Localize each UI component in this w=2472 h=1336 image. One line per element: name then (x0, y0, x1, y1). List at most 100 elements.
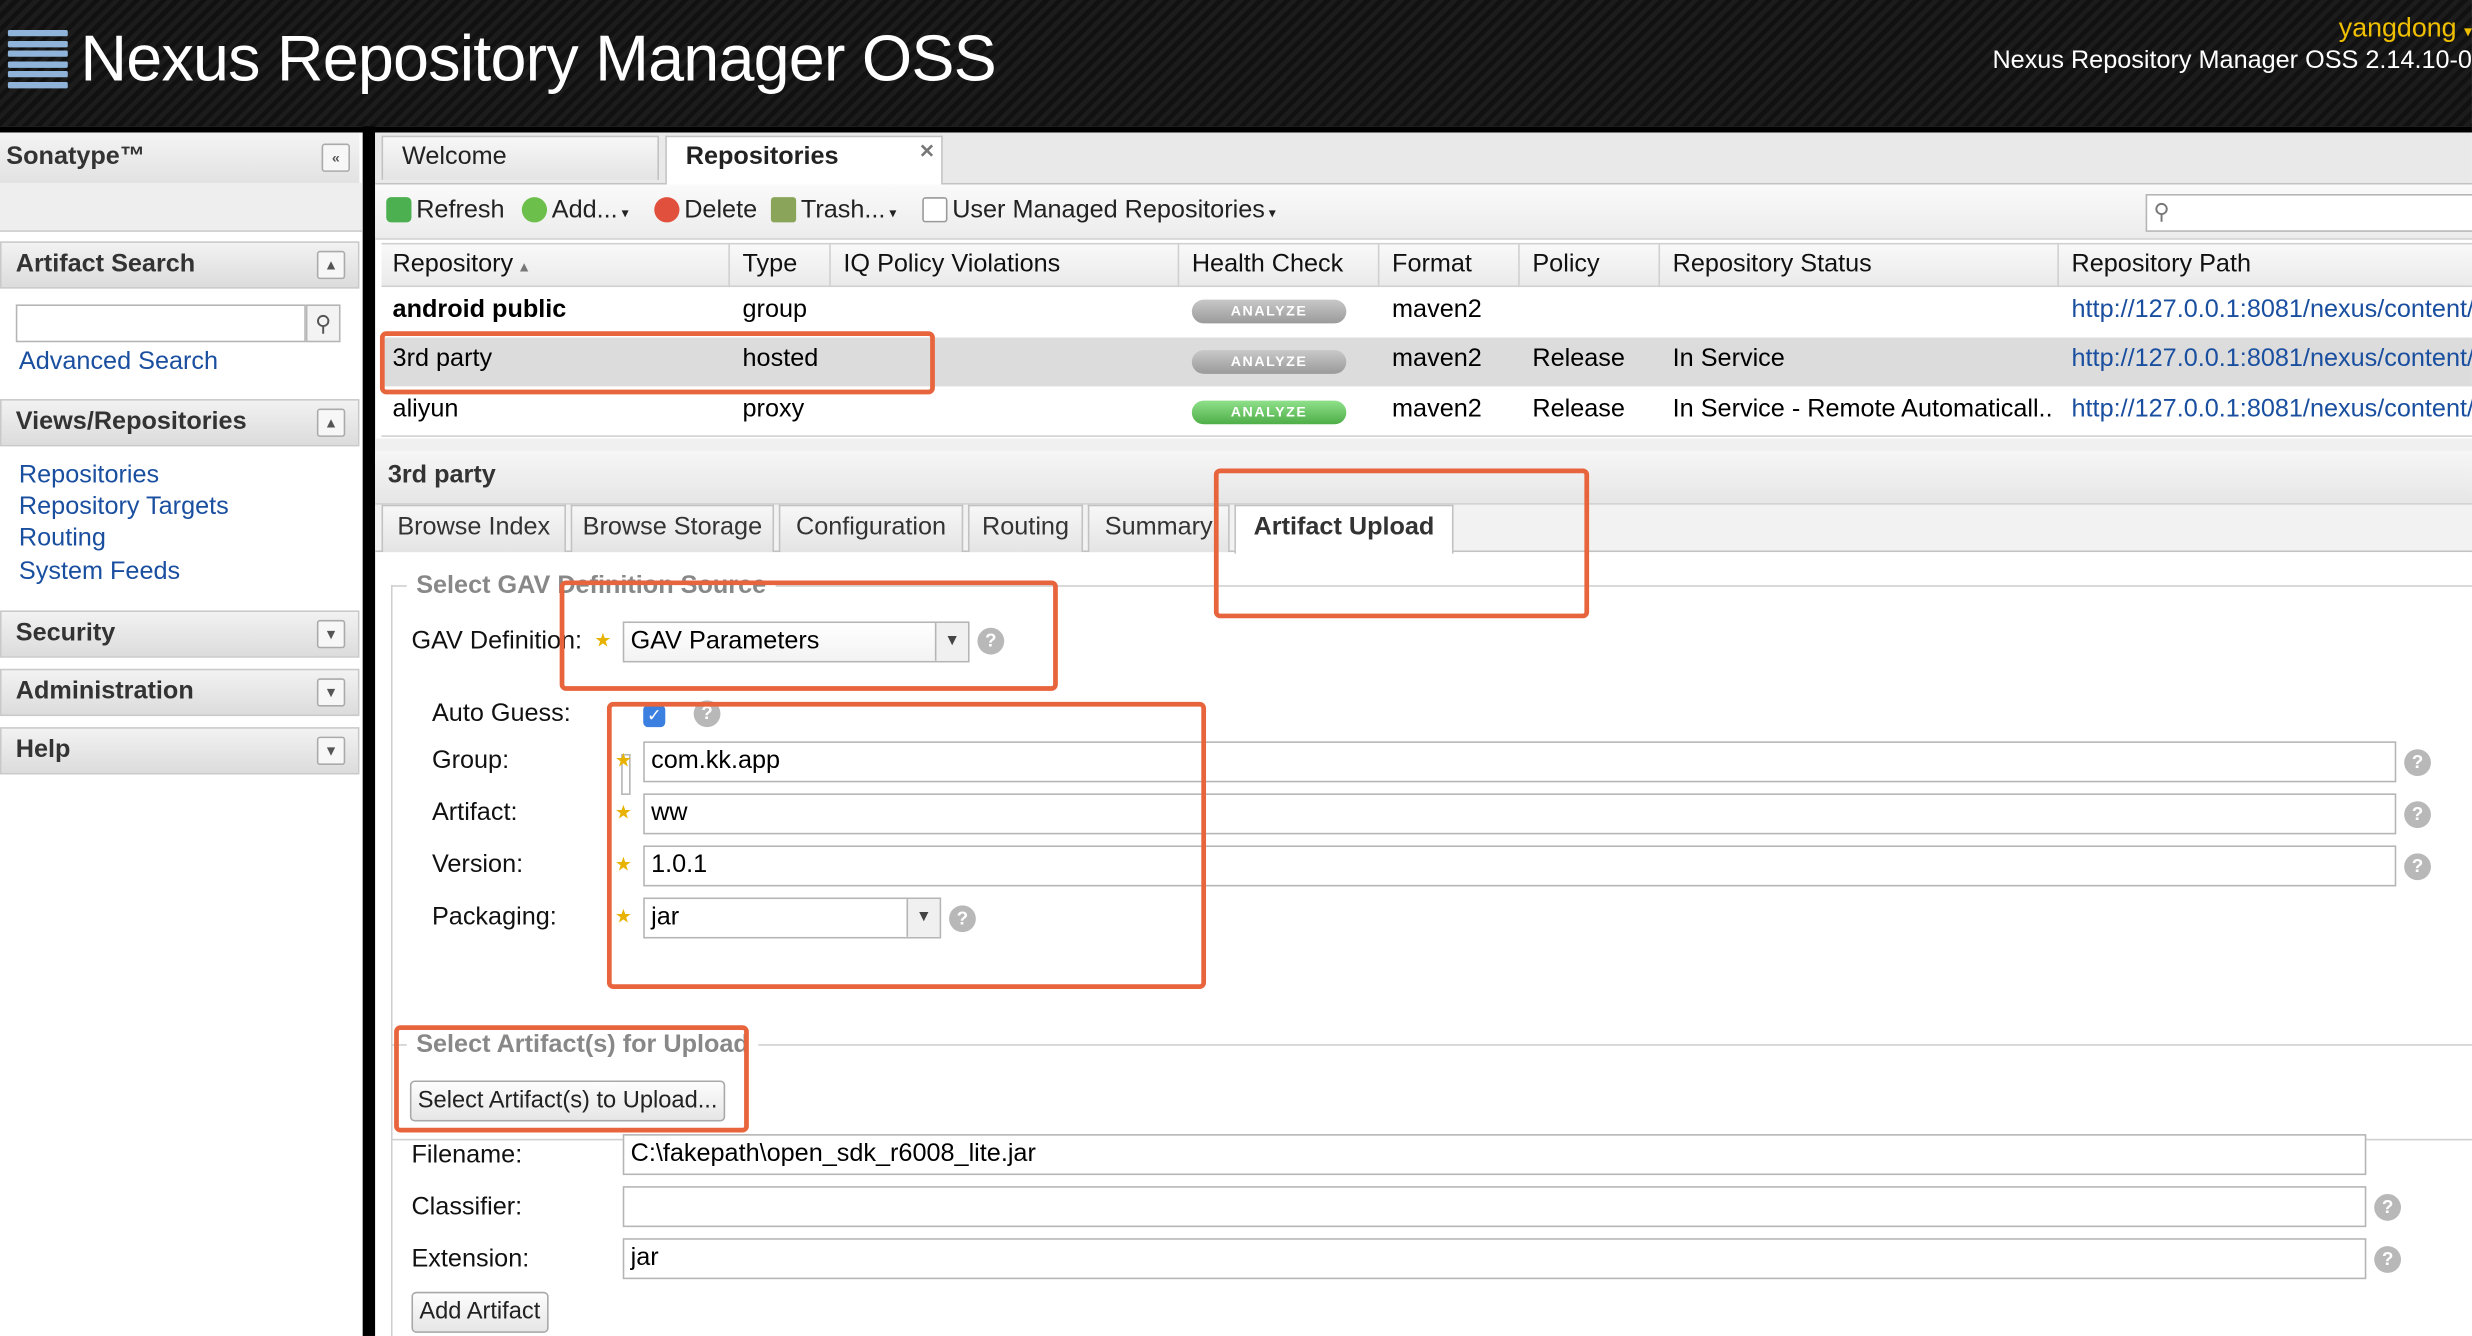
repository-path-link[interactable]: http://127.0.0.1:8081/nexus/content/... (2072, 297, 2472, 325)
user-managed-repositories-button[interactable]: User Managed Repositories ▾ (922, 197, 1276, 225)
sidebar-item-repository-targets[interactable]: Repository Targets (19, 494, 229, 522)
repository-type: group (742, 296, 808, 324)
analyze-button[interactable]: ANALYZE (1191, 350, 1347, 374)
auto-guess-label: Auto Guess: (431, 700, 571, 728)
expand-icon[interactable]: ▼ (316, 678, 346, 707)
tab-routing[interactable]: Routing (967, 504, 1084, 553)
user-menu[interactable]: yangdong ▾ (2339, 13, 2472, 45)
repository-status: In Service - Remote Automaticall... (1672, 395, 2052, 423)
analyze-button[interactable]: ANALYZE (1191, 400, 1347, 425)
column-repository-status[interactable]: Repository Status (1660, 242, 2059, 288)
analyze-button[interactable]: ANALYZE (1191, 299, 1347, 324)
refresh-icon (386, 197, 412, 223)
required-star-icon: ★ (594, 629, 612, 652)
splitter[interactable] (375, 438, 2472, 452)
security-header[interactable]: Security ▼ (0, 610, 360, 658)
help-icon[interactable]: ? (2404, 801, 2431, 829)
filename-label: Filename: (411, 1141, 523, 1169)
search-icon: ⚲ (2153, 198, 2170, 224)
delete-icon (654, 197, 680, 223)
artifact-search-header[interactable]: Artifact Search ▲ (0, 241, 360, 289)
table-row[interactable]: android public group ANALYZE maven2 http… (381, 288, 2472, 336)
column-health-check[interactable]: Health Check (1179, 242, 1380, 288)
column-format[interactable]: Format (1379, 242, 1520, 288)
repository-path-link[interactable]: http://127.0.0.1:8081/nexus/content/... (2072, 396, 2472, 424)
repository-filter-input[interactable]: ⚲ (2145, 194, 2472, 232)
help-icon[interactable]: ? (2404, 749, 2431, 777)
help-icon[interactable]: ? (2404, 853, 2431, 881)
app-window: Nexus Repository Manager OSS yangdong ▾ … (0, 0, 2472, 1336)
version-text: Nexus Repository Manager OSS 2.14.10-0 (1992, 47, 2472, 75)
gav-legend: Select GAV Definition Source (406, 572, 776, 601)
repository-status: In Service (1672, 345, 1785, 373)
main-panel: Welcome Repositories ✕ Refresh Add... ▾ … (375, 132, 2472, 1336)
help-icon[interactable]: ? (977, 627, 1005, 655)
packaging-select[interactable]: jar ▼ (643, 897, 942, 939)
sidebar-item-system-feeds[interactable]: System Feeds (19, 558, 180, 586)
help-icon[interactable]: ? (693, 700, 721, 728)
quick-search-input[interactable] (15, 304, 306, 343)
auto-guess-checkbox[interactable]: ✓ (643, 705, 666, 728)
chevron-down-icon[interactable]: ▼ (906, 899, 940, 937)
sidebar-item-routing[interactable]: Routing (19, 525, 106, 553)
nexus-logo-icon (7, 29, 68, 90)
help-header[interactable]: Help ▼ (0, 727, 360, 775)
column-repository[interactable]: Repository ▲ (380, 242, 730, 288)
repository-type: proxy (742, 395, 805, 423)
repository-format: maven2 (1392, 395, 1482, 423)
administration-header[interactable]: Administration ▼ (0, 668, 360, 717)
column-repository-path[interactable]: Repository Path (2059, 243, 2472, 287)
collapse-icon[interactable]: ▲ (316, 408, 346, 437)
select-artifacts-button[interactable]: Select Artifact(s) to Upload... (409, 1080, 726, 1122)
sidebar-item-repositories[interactable]: Repositories (19, 462, 159, 490)
column-policy[interactable]: Policy (1520, 242, 1661, 288)
views-repositories-header[interactable]: Views/Repositories ▲ (0, 399, 360, 447)
delete-button[interactable]: Delete (654, 197, 757, 225)
sidebar: Sonatype™ « Artifact Search ▲ ⚲ Advanced… (0, 132, 363, 1336)
column-type[interactable]: Type (730, 242, 831, 288)
tab-configuration[interactable]: Configuration (778, 504, 964, 553)
repository-path-link[interactable]: http://127.0.0.1:8081/nexus/content/... (2072, 345, 2472, 373)
tab-browse-storage[interactable]: Browse Storage (570, 504, 775, 553)
gav-definition-select[interactable]: GAV Parameters ▼ (622, 621, 970, 663)
search-icon[interactable]: ⚲ (305, 304, 341, 343)
expand-icon[interactable]: ▼ (316, 619, 346, 649)
collapse-icon[interactable]: ▲ (316, 250, 346, 280)
version-label: Version: (431, 851, 524, 879)
repository-format: maven2 (1392, 296, 1482, 324)
help-icon[interactable]: ? (2374, 1194, 2402, 1221)
tab-summary[interactable]: Summary (1087, 504, 1230, 553)
help-icon[interactable]: ? (2374, 1246, 2402, 1273)
app-title: Nexus Repository Manager OSS (80, 22, 996, 95)
column-iq-policy-violations[interactable]: IQ Policy Violations (831, 242, 1180, 288)
upload-legend: Select Artifact(s) for Upload (406, 1031, 759, 1060)
chevron-down-icon[interactable]: ▼ (934, 623, 968, 661)
trash-button[interactable]: Trash... ▾ (770, 197, 897, 225)
tab-artifact-upload[interactable]: Artifact Upload (1234, 504, 1454, 554)
table-row-selected[interactable]: 3rd party hosted ANALYZE maven2 Release … (381, 337, 2472, 387)
filename-field[interactable]: C:\fakepath\open_sdk_r6008_lite.jar (622, 1134, 2367, 1176)
classifier-input[interactable] (622, 1186, 2367, 1228)
version-input[interactable]: 1.0.1 (643, 845, 2397, 887)
add-button[interactable]: Add... ▾ (521, 197, 629, 225)
close-tab-icon[interactable]: ✕ (919, 137, 935, 165)
required-star-icon: ★ (614, 853, 632, 876)
tab-repositories[interactable]: Repositories ✕ (665, 135, 943, 185)
group-input[interactable]: com.kk.app (643, 741, 2397, 783)
refresh-button[interactable]: Refresh (386, 197, 505, 225)
artifact-input[interactable]: ww (643, 793, 2397, 835)
table-row[interactable]: aliyun proxy ANALYZE maven2 Release In S… (381, 388, 2472, 437)
collapse-sidebar-icon[interactable]: « (321, 143, 350, 172)
repository-name: 3rd party (392, 345, 493, 373)
extension-input[interactable]: jar (622, 1238, 2367, 1280)
required-star-icon: ★ (614, 801, 632, 824)
tab-welcome[interactable]: Welcome (381, 135, 659, 180)
advanced-search-link[interactable]: Advanced Search (19, 349, 218, 377)
document-icon (922, 197, 948, 223)
add-artifact-button[interactable]: Add Artifact (411, 1291, 549, 1333)
repository-format: maven2 (1392, 345, 1482, 373)
expand-icon[interactable]: ▼ (316, 736, 346, 765)
help-icon[interactable]: ? (949, 905, 976, 933)
panel-splitter[interactable] (362, 126, 376, 1336)
tab-browse-index[interactable]: Browse Index (381, 504, 566, 553)
